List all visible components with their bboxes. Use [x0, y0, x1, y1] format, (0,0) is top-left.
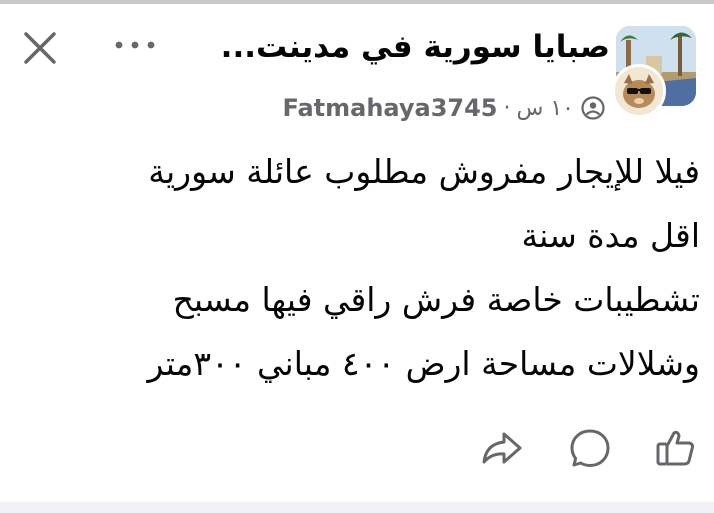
post-text: فيلا للإيجار مفروش مطلوب عائلة سورية اقل…	[40, 140, 700, 396]
group-name-link[interactable]: صبايا سورية في مدينت...	[190, 22, 610, 72]
comment-icon	[570, 429, 610, 467]
close-button[interactable]	[20, 28, 60, 68]
like-icon	[656, 430, 695, 466]
bottom-divider	[0, 502, 714, 513]
share-icon	[482, 432, 522, 464]
post-line: وشلالات مساحة ارض ٤٠٠ مباني ٣٠٠متر	[147, 344, 700, 383]
author-name[interactable]: Fatmahaya3745	[282, 94, 497, 122]
globe-icon[interactable]	[580, 95, 606, 121]
user-avatar[interactable]	[612, 64, 666, 118]
more-options-button[interactable]	[112, 34, 158, 56]
more-options-icon	[115, 41, 155, 49]
top-divider	[0, 0, 714, 4]
post-meta: Fatmahaya3745 · ١٠ س	[236, 88, 606, 128]
post-line: فيلا للإيجار مفروش مطلوب عائلة سورية	[148, 152, 700, 191]
like-button[interactable]	[652, 424, 700, 472]
avatar-image	[615, 67, 663, 115]
post-line: تشطيبات خاصة فرش راقي فيها مسبح	[172, 280, 700, 319]
post-line: اقل مدة سنة	[521, 216, 700, 255]
comment-button[interactable]	[566, 424, 614, 472]
post-time[interactable]: ١٠ س	[517, 96, 575, 121]
share-button[interactable]	[478, 424, 526, 472]
meta-separator: ·	[503, 95, 511, 121]
close-icon	[24, 32, 56, 64]
